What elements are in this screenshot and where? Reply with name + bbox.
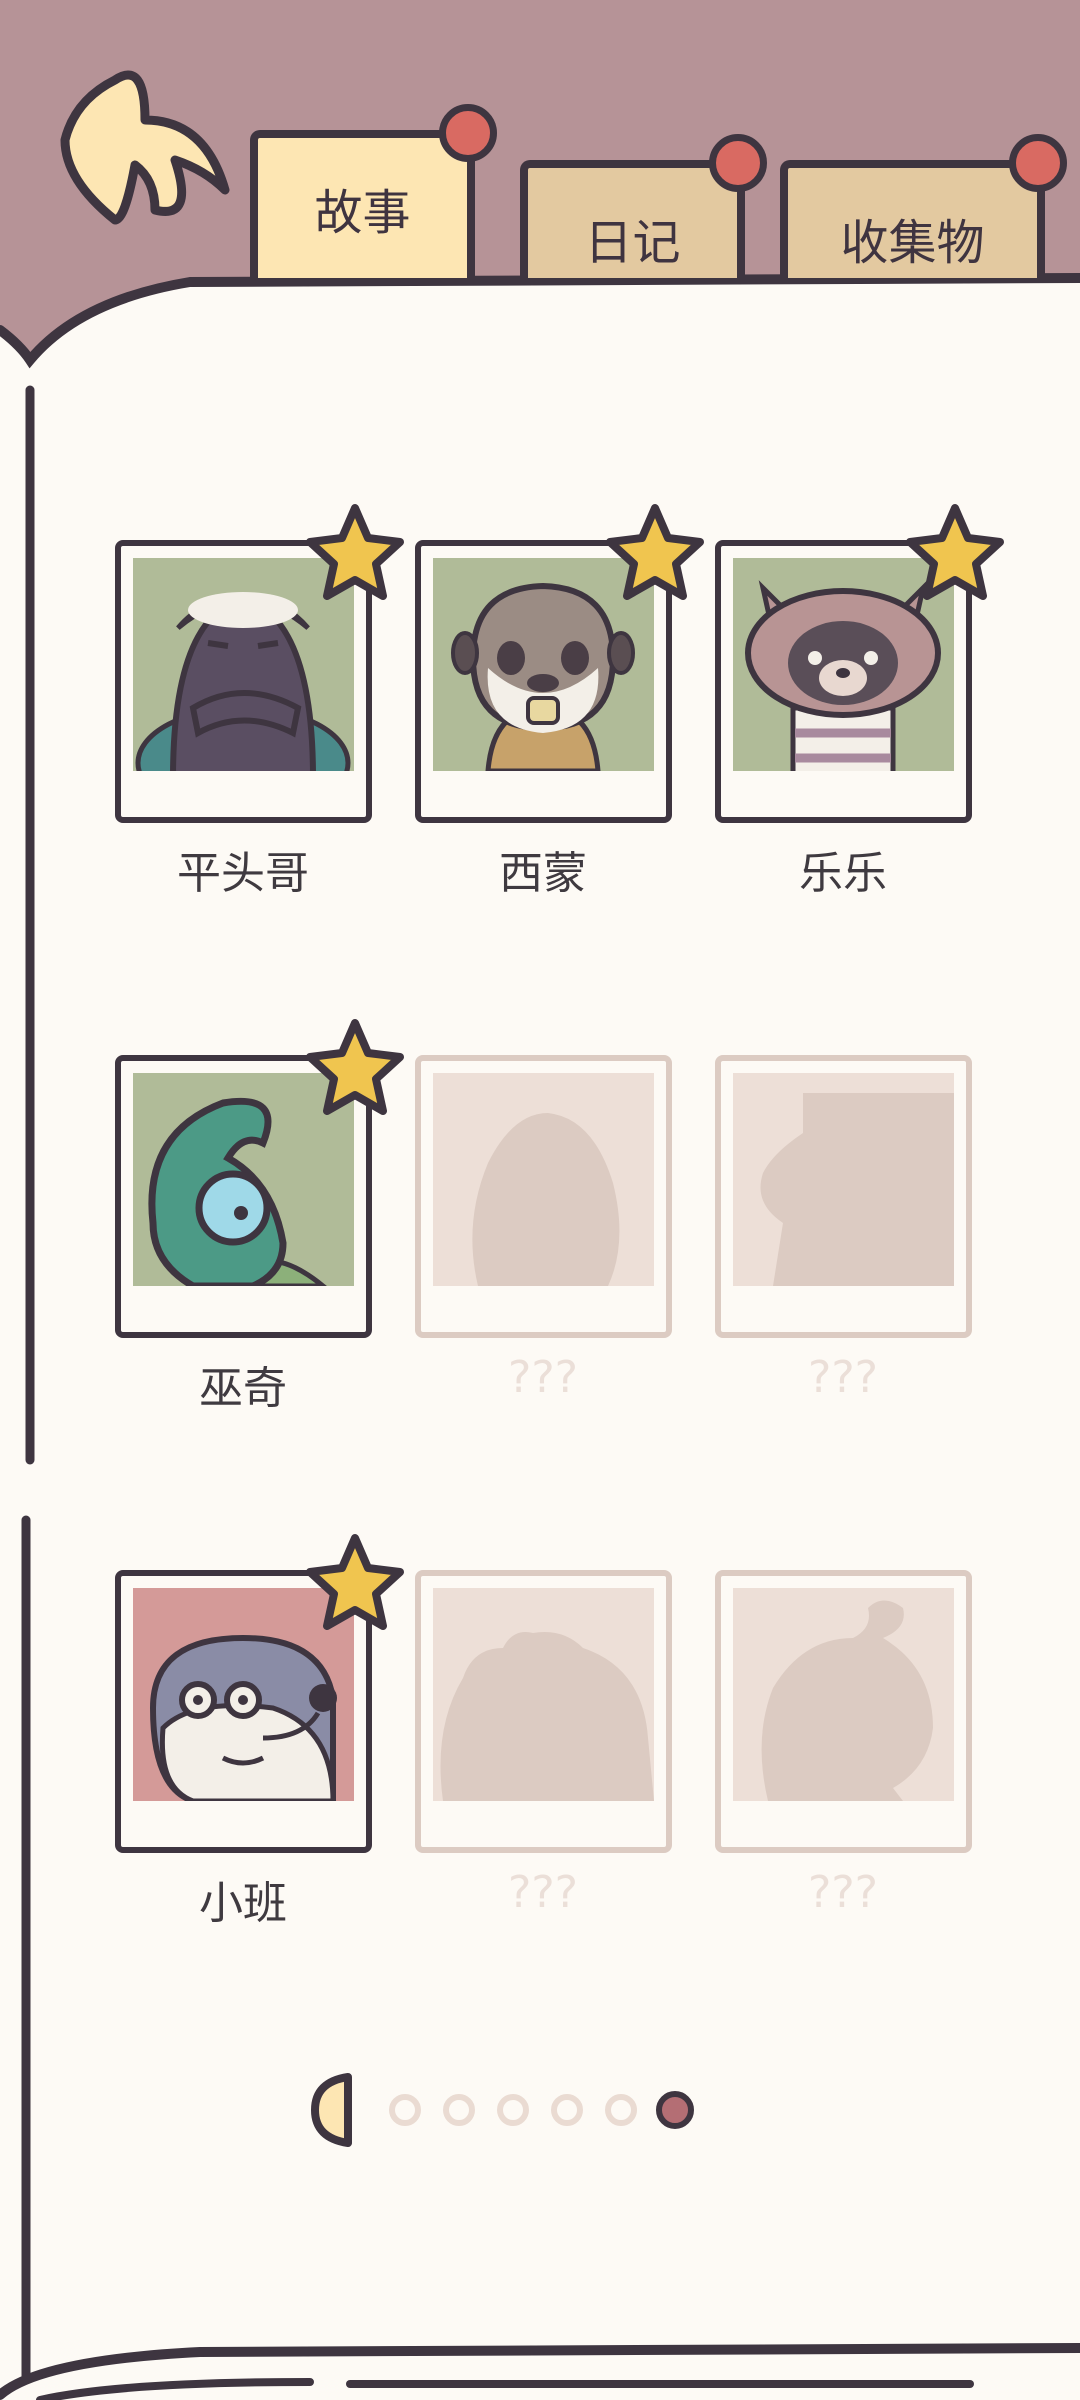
- character-name: 乐乐: [799, 848, 887, 899]
- character-card[interactable]: [715, 1055, 972, 1338]
- character-name: ???: [507, 1867, 579, 1918]
- character-name: 西蒙: [499, 848, 587, 899]
- character-name: ???: [807, 1867, 879, 1918]
- half-moon-prev-icon[interactable]: [310, 2072, 360, 2148]
- character-name: ???: [807, 1352, 879, 1403]
- character-card[interactable]: [415, 1055, 672, 1338]
- silhouette-bear: [440, 1632, 654, 1801]
- tab-label: 故事: [314, 185, 411, 241]
- page-dot[interactable]: [656, 2091, 694, 2129]
- character-name: 巫奇: [199, 1363, 287, 1414]
- character-photo: [733, 1073, 954, 1286]
- page-dot[interactable]: [443, 2094, 475, 2126]
- tab-story[interactable]: 故事: [250, 104, 497, 278]
- character-photo: [733, 1588, 954, 1801]
- page-dot[interactable]: [605, 2094, 637, 2126]
- page-dot[interactable]: [497, 2094, 529, 2126]
- character-name: 平头哥: [177, 848, 309, 899]
- tab-collection[interactable]: 收集物: [780, 134, 1067, 278]
- star-icon: [906, 504, 1004, 600]
- character-photo: [433, 1073, 654, 1286]
- silhouette-creature: [760, 1093, 954, 1286]
- character-photo: [433, 1588, 654, 1801]
- pin-icon: [439, 104, 497, 162]
- star-icon: [306, 1019, 404, 1115]
- character-card[interactable]: [415, 1570, 672, 1853]
- back-button[interactable]: [55, 60, 235, 230]
- tab-label: 收集物: [840, 215, 985, 271]
- back-arrow-icon: [60, 70, 230, 225]
- silhouette-sprout: [761, 1600, 933, 1801]
- star-icon: [306, 1534, 404, 1630]
- character-card[interactable]: [715, 1570, 972, 1853]
- tab-label: 日记: [584, 215, 681, 271]
- star-icon: [306, 504, 404, 600]
- page-dot[interactable]: [389, 2094, 421, 2126]
- page-dot[interactable]: [551, 2094, 583, 2126]
- tab-diary[interactable]: 日记: [520, 134, 767, 278]
- pin-icon: [1009, 134, 1067, 192]
- character-name: 小班: [199, 1878, 287, 1929]
- pin-icon: [709, 134, 767, 192]
- silhouette-egg: [472, 1113, 620, 1286]
- star-icon: [606, 504, 704, 600]
- character-name: ???: [507, 1352, 579, 1403]
